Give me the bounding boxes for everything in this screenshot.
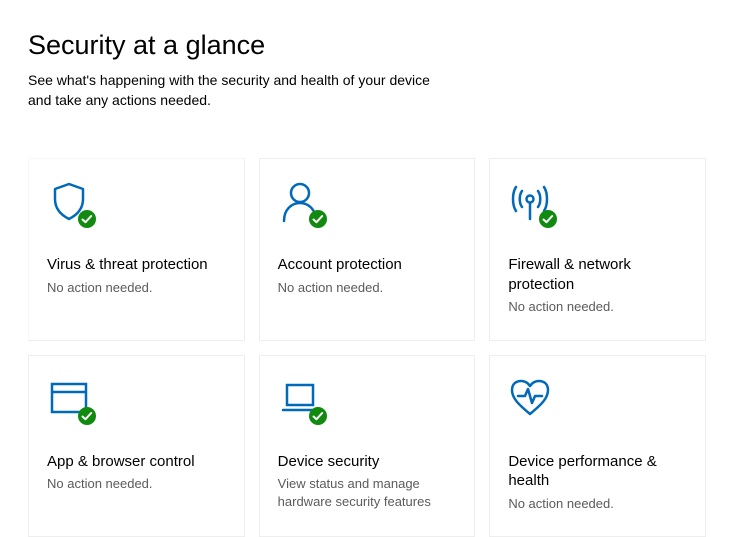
account-icon: [278, 179, 326, 227]
laptop-icon: [278, 376, 326, 424]
tile-device-performance-health[interactable]: Device performance & health No action ne…: [489, 355, 706, 537]
tile-subtitle: No action needed.: [278, 279, 457, 297]
tile-device-security[interactable]: Device security View status and manage h…: [259, 355, 476, 537]
check-badge-icon: [308, 209, 328, 229]
tile-firewall-network-protection[interactable]: Firewall & network protection No action …: [489, 158, 706, 341]
tile-title: Device security: [278, 452, 457, 472]
tile-subtitle: No action needed.: [508, 495, 687, 513]
heart-pulse-icon: [508, 376, 556, 424]
check-badge-icon: [538, 209, 558, 229]
tile-title: Firewall & network protection: [508, 255, 687, 294]
shield-icon: [47, 179, 95, 227]
tile-subtitle: No action needed.: [508, 298, 687, 316]
check-badge-icon: [308, 406, 328, 426]
check-badge-icon: [77, 406, 97, 426]
tile-grid: Virus & threat protection No action need…: [28, 158, 706, 537]
page-title: Security at a glance: [28, 30, 706, 61]
tile-subtitle: No action needed.: [47, 475, 226, 493]
tile-subtitle: No action needed.: [47, 279, 226, 297]
tile-title: Virus & threat protection: [47, 255, 226, 275]
check-badge-icon: [77, 209, 97, 229]
tile-subtitle: View status and manage hardware security…: [278, 475, 457, 510]
tile-title: App & browser control: [47, 452, 226, 472]
tile-app-browser-control[interactable]: App & browser control No action needed.: [28, 355, 245, 537]
browser-window-icon: [47, 376, 95, 424]
tile-title: Account protection: [278, 255, 457, 275]
page-subtitle: See what's happening with the security a…: [28, 71, 433, 110]
tile-virus-threat-protection[interactable]: Virus & threat protection No action need…: [28, 158, 245, 341]
network-signal-icon: [508, 179, 556, 227]
tile-account-protection[interactable]: Account protection No action needed.: [259, 158, 476, 341]
tile-title: Device performance & health: [508, 452, 687, 491]
